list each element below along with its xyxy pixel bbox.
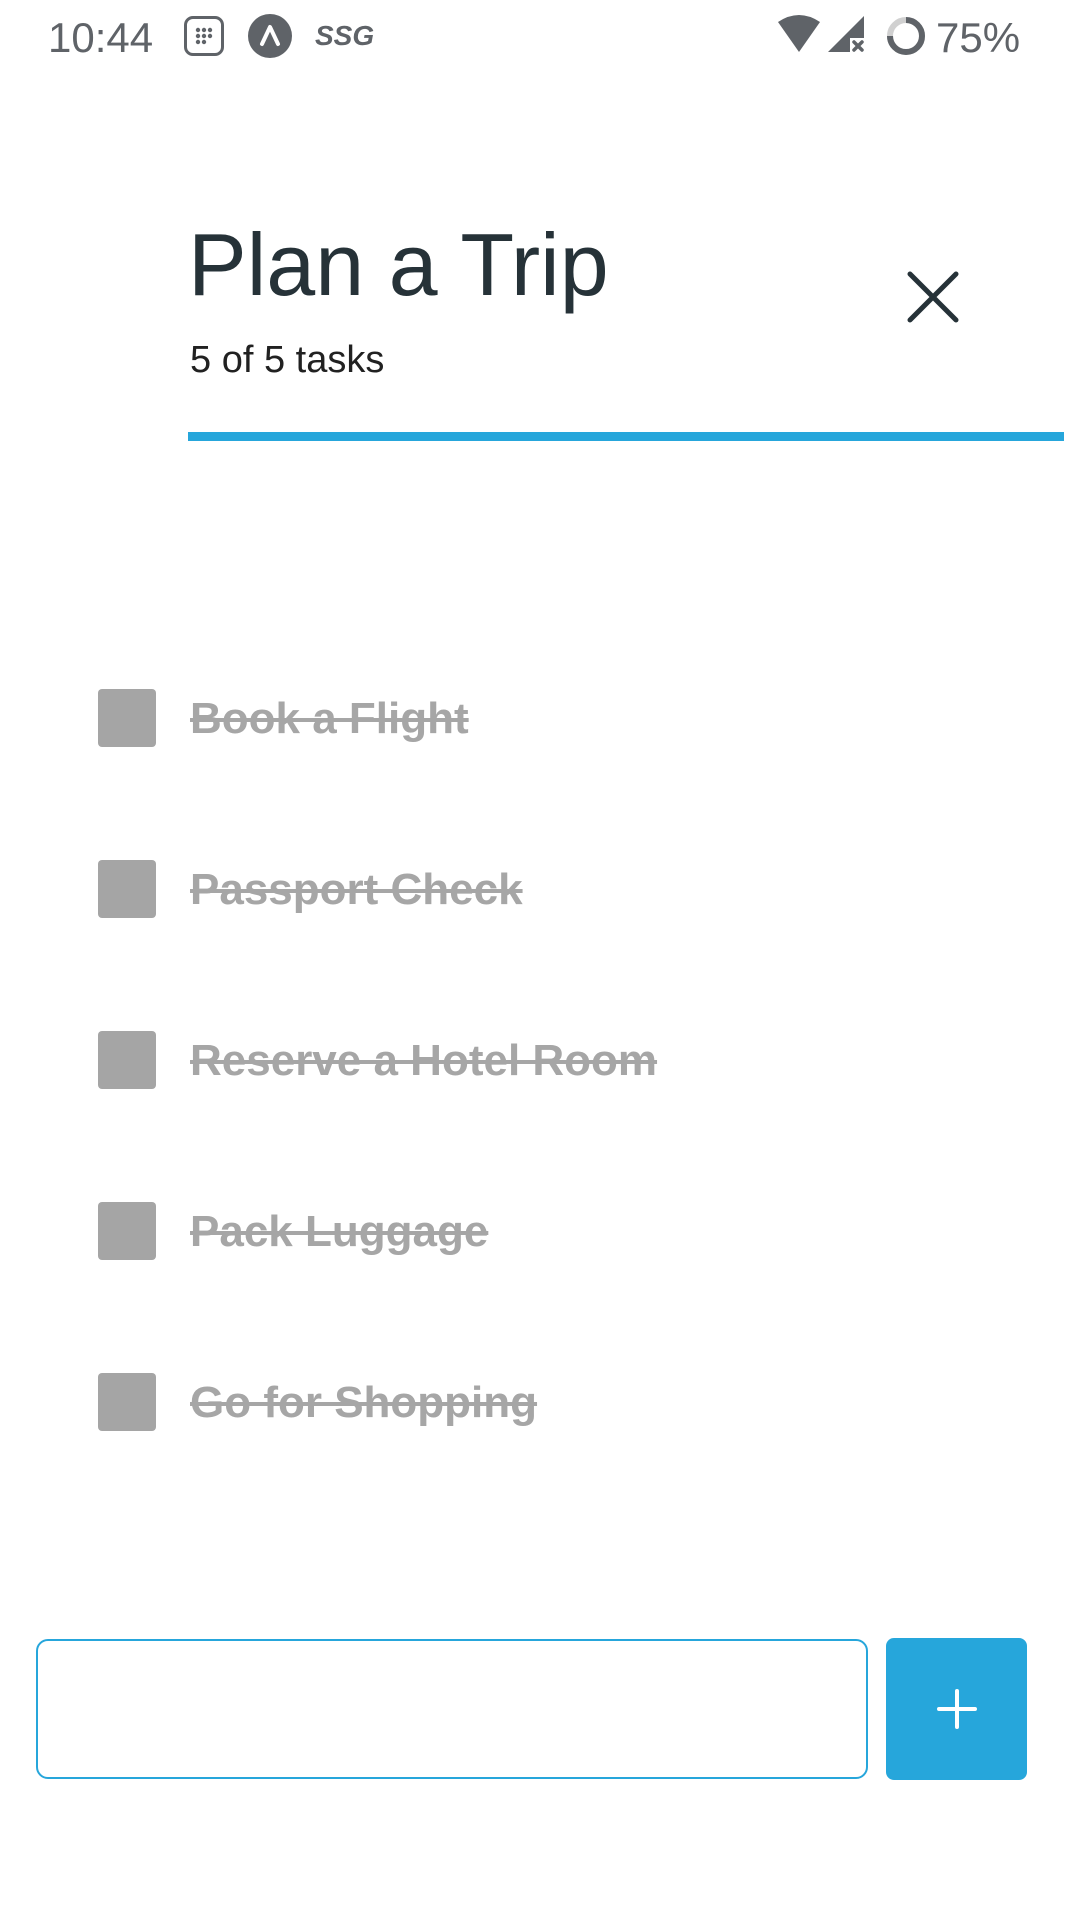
- signal-icon: [824, 12, 866, 61]
- close-icon: [907, 271, 959, 323]
- new-task-input[interactable]: [36, 1639, 868, 1779]
- task-checkbox[interactable]: [98, 1202, 156, 1260]
- task-item[interactable]: Passport Check: [98, 849, 1038, 929]
- a-circle-icon: [248, 14, 292, 58]
- task-checkbox[interactable]: [98, 860, 156, 918]
- progress-bar: [188, 432, 1064, 441]
- status-bar: 10:44 SSG 75%: [0, 0, 1080, 76]
- calendar-icon: [184, 16, 224, 56]
- battery-icon: [884, 14, 928, 63]
- ssg-indicator: SSG: [315, 20, 375, 51]
- todo-list-screen: 10:44 SSG 75% Plan a Trip 5 of 5 tasks B…: [0, 0, 1080, 1920]
- add-task-button[interactable]: [886, 1638, 1027, 1780]
- task-count: 5 of 5 tasks: [190, 339, 385, 381]
- task-item[interactable]: Pack Luggage: [98, 1191, 1038, 1271]
- task-label: Pack Luggage: [190, 1207, 489, 1256]
- task-checkbox[interactable]: [98, 1031, 156, 1089]
- task-item[interactable]: Reserve a Hotel Room: [98, 1020, 1038, 1100]
- task-checkbox[interactable]: [98, 1373, 156, 1431]
- close-button[interactable]: [898, 262, 968, 332]
- task-label: Reserve a Hotel Room: [190, 1036, 658, 1085]
- task-label: Passport Check: [190, 865, 523, 914]
- task-item[interactable]: Go for Shopping: [98, 1362, 1038, 1442]
- battery-percentage: 75%: [936, 14, 1021, 61]
- task-item[interactable]: Book a Flight: [98, 678, 1038, 758]
- progress-fill: [188, 432, 1064, 441]
- task-label: Go for Shopping: [190, 1378, 538, 1427]
- plus-icon: [936, 1689, 977, 1729]
- wifi-icon: [776, 14, 822, 59]
- task-checkbox[interactable]: [98, 689, 156, 747]
- status-time: 10:44: [48, 14, 154, 61]
- task-label: Book a Flight: [190, 694, 469, 743]
- list-title: Plan a Trip: [188, 215, 609, 314]
